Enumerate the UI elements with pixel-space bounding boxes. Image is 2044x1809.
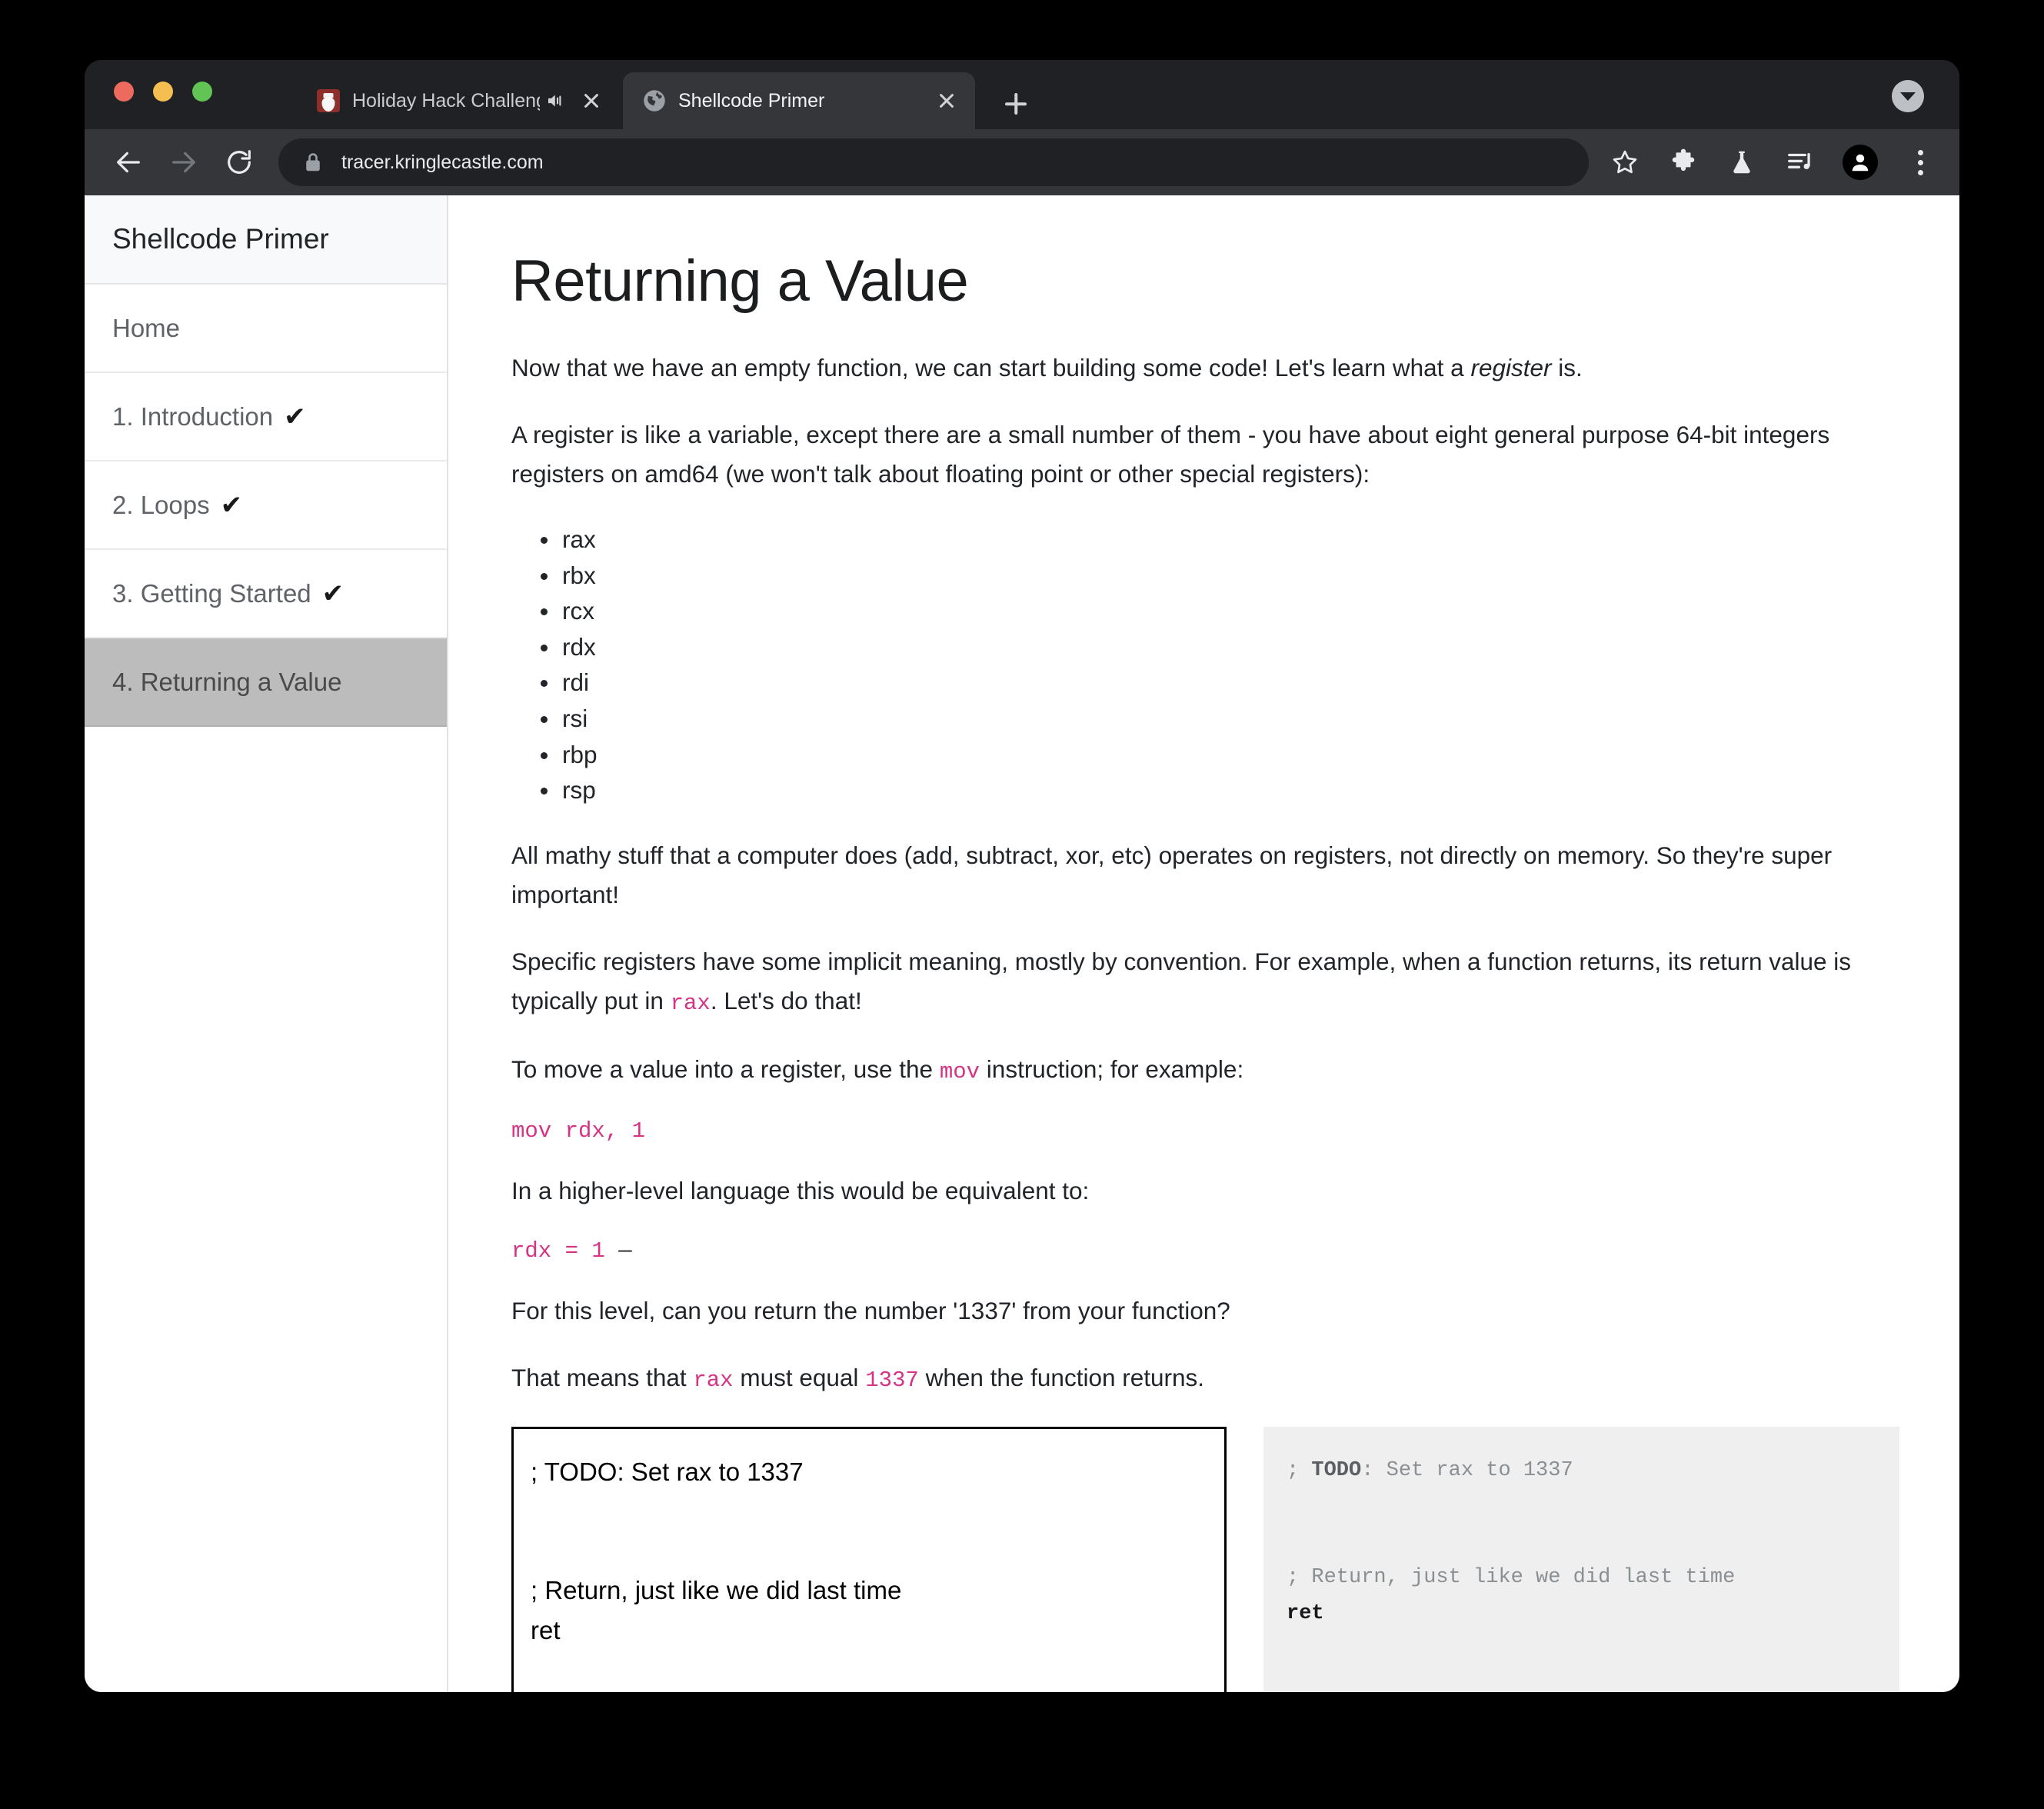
holiday-ornament-icon bbox=[317, 89, 340, 112]
list-item: rbp bbox=[541, 737, 1899, 773]
code-example-assignment: rdx = 1 — bbox=[511, 1238, 1899, 1264]
shellcode-preview: ; TODO: Set rax to 1337 ; Return, just l… bbox=[1263, 1426, 1899, 1692]
code-text: rdx = 1 bbox=[511, 1238, 605, 1264]
sidebar-item-label: 2. Loops bbox=[112, 490, 210, 519]
profile-avatar-icon[interactable] bbox=[1843, 145, 1878, 180]
sidebar-item-home[interactable]: Home bbox=[85, 285, 447, 373]
requirement-paragraph: That means that rax must equal 1337 when… bbox=[511, 1358, 1899, 1399]
comment-text: : Set rax to 1337 bbox=[1361, 1458, 1573, 1482]
reload-icon[interactable] bbox=[221, 145, 257, 180]
text-segment: must equal bbox=[733, 1363, 866, 1391]
implicit-meaning-paragraph: Specific registers have some implicit me… bbox=[511, 942, 1899, 1022]
new-tab-button[interactable] bbox=[1000, 88, 1032, 120]
sidebar-item-loops[interactable]: 2. Loops ✔ bbox=[85, 461, 447, 550]
shellcode-editor[interactable]: ; TODO: Set rax to 1337 ; Return, just l… bbox=[511, 1426, 1227, 1692]
ret-instruction: ret bbox=[1287, 1601, 1324, 1625]
arrow-right-icon[interactable] bbox=[166, 145, 201, 180]
three-dot-menu-icon[interactable] bbox=[1904, 146, 1936, 178]
list-item: rcx bbox=[541, 593, 1899, 629]
sidebar-item-label: 3. Getting Started bbox=[112, 578, 311, 608]
arrow-left-icon[interactable] bbox=[111, 145, 146, 180]
browser-toolbar: tracer.kringlecastle.com bbox=[85, 129, 1959, 195]
text-segment: Now that we have an empty function, we c… bbox=[511, 354, 1471, 381]
close-icon[interactable] bbox=[934, 88, 960, 114]
code-panels: ; TODO: Set rax to 1337 ; Return, just l… bbox=[511, 1426, 1899, 1692]
sidebar-item-getting-started[interactable]: 3. Getting Started ✔ bbox=[85, 550, 447, 638]
list-item: rsi bbox=[541, 701, 1899, 737]
sidebar: Shellcode Primer Home 1. Introduction ✔ … bbox=[85, 195, 448, 1692]
page-title: Returning a Value bbox=[511, 248, 969, 314]
challenge-paragraph: For this level, can you return the numbe… bbox=[511, 1296, 1230, 1324]
list-item: rdi bbox=[541, 665, 1899, 701]
window-traffic-lights bbox=[114, 82, 212, 102]
puzzle-piece-icon[interactable] bbox=[1667, 146, 1699, 178]
tab-title: Shellcode Primer bbox=[678, 89, 825, 112]
sidebar-item-returning-a-value[interactable]: 4. Returning a Value bbox=[85, 638, 447, 727]
lock-icon[interactable] bbox=[303, 151, 323, 174]
page-viewport: Shellcode Primer Home 1. Introduction ✔ … bbox=[85, 195, 1959, 1692]
inline-code-1337: 1337 bbox=[865, 1367, 919, 1393]
text-segment: That means that bbox=[511, 1363, 694, 1391]
text-segment: instruction; for example: bbox=[980, 1054, 1244, 1083]
browser-tab-holiday-hack[interactable]: Holiday Hack Challenge 20 bbox=[297, 72, 620, 129]
comment-text: ; Return, just like we did last time bbox=[1287, 1566, 1736, 1590]
chevron-down-icon[interactable] bbox=[1892, 80, 1924, 112]
toolbar-actions bbox=[1609, 145, 1959, 180]
register-list: rax rbx rcx rdx rdi rsi rbp rsp bbox=[511, 521, 1899, 808]
close-icon[interactable] bbox=[578, 88, 604, 114]
inline-code-rax: rax bbox=[670, 990, 711, 1016]
code-example-mov: mov rdx, 1 bbox=[511, 1118, 646, 1144]
tab-title: Holiday Hack Challenge 20 bbox=[352, 89, 540, 112]
text-segment: . Let's do that! bbox=[710, 986, 862, 1014]
list-item: rbx bbox=[541, 558, 1899, 594]
list-item: rax bbox=[541, 521, 1899, 558]
sidebar-item-label: Home bbox=[112, 313, 181, 342]
mathy-stuff-paragraph: All mathy stuff that a computer does (ad… bbox=[511, 841, 1833, 908]
close-window-button[interactable] bbox=[114, 82, 134, 102]
browser-window: Holiday Hack Challenge 20 Shellcode Prim… bbox=[85, 60, 1959, 1692]
emphasis-register: register bbox=[1470, 354, 1552, 381]
list-item: rdx bbox=[541, 629, 1899, 665]
register-description-paragraph: A register is like a variable, except th… bbox=[511, 421, 1830, 488]
list-item: rsp bbox=[541, 772, 1899, 808]
todo-keyword: TODO bbox=[1311, 1458, 1362, 1482]
inline-code-rax: rax bbox=[693, 1367, 734, 1393]
maximize-window-button[interactable] bbox=[192, 82, 212, 102]
browser-tab-shellcode-primer[interactable]: Shellcode Primer bbox=[623, 72, 975, 129]
em-dash: — bbox=[618, 1238, 632, 1264]
star-icon[interactable] bbox=[1609, 146, 1641, 178]
checkmark-icon: ✔ bbox=[321, 578, 345, 608]
text-segment: is. bbox=[1551, 354, 1583, 381]
address-bar[interactable]: tracer.kringlecastle.com bbox=[278, 138, 1589, 186]
checkmark-icon: ✔ bbox=[220, 490, 243, 520]
sidebar-item-introduction[interactable]: 1. Introduction ✔ bbox=[85, 373, 447, 461]
sidebar-item-label: 1. Introduction bbox=[112, 401, 274, 431]
tab-strip: Holiday Hack Challenge 20 Shellcode Prim… bbox=[85, 60, 1959, 129]
mov-instruction-paragraph: To move a value into a register, use the… bbox=[511, 1050, 1899, 1091]
intro-paragraph: Now that we have an empty function, we c… bbox=[511, 348, 1899, 388]
comment-prefix: ; bbox=[1287, 1458, 1312, 1482]
minimize-window-button[interactable] bbox=[153, 82, 173, 102]
higher-level-paragraph: In a higher-level language this would be… bbox=[511, 1176, 1090, 1204]
sidebar-title: Shellcode Primer bbox=[85, 195, 447, 285]
main-content: Returning a Value Now that we have an em… bbox=[448, 195, 1959, 1692]
checkmark-icon: ✔ bbox=[284, 401, 306, 431]
sidebar-item-label: 4. Returning a Value bbox=[112, 667, 342, 696]
media-playlist-icon[interactable] bbox=[1784, 146, 1816, 178]
speaker-playing-icon[interactable] bbox=[544, 89, 568, 112]
globe-icon bbox=[643, 89, 666, 112]
url-text: tracer.kringlecastle.com bbox=[341, 151, 544, 173]
text-segment: when the function returns. bbox=[918, 1363, 1205, 1391]
flask-icon[interactable] bbox=[1726, 146, 1758, 178]
inline-code-mov: mov bbox=[939, 1058, 980, 1084]
text-segment: To move a value into a register, use the bbox=[511, 1054, 940, 1083]
